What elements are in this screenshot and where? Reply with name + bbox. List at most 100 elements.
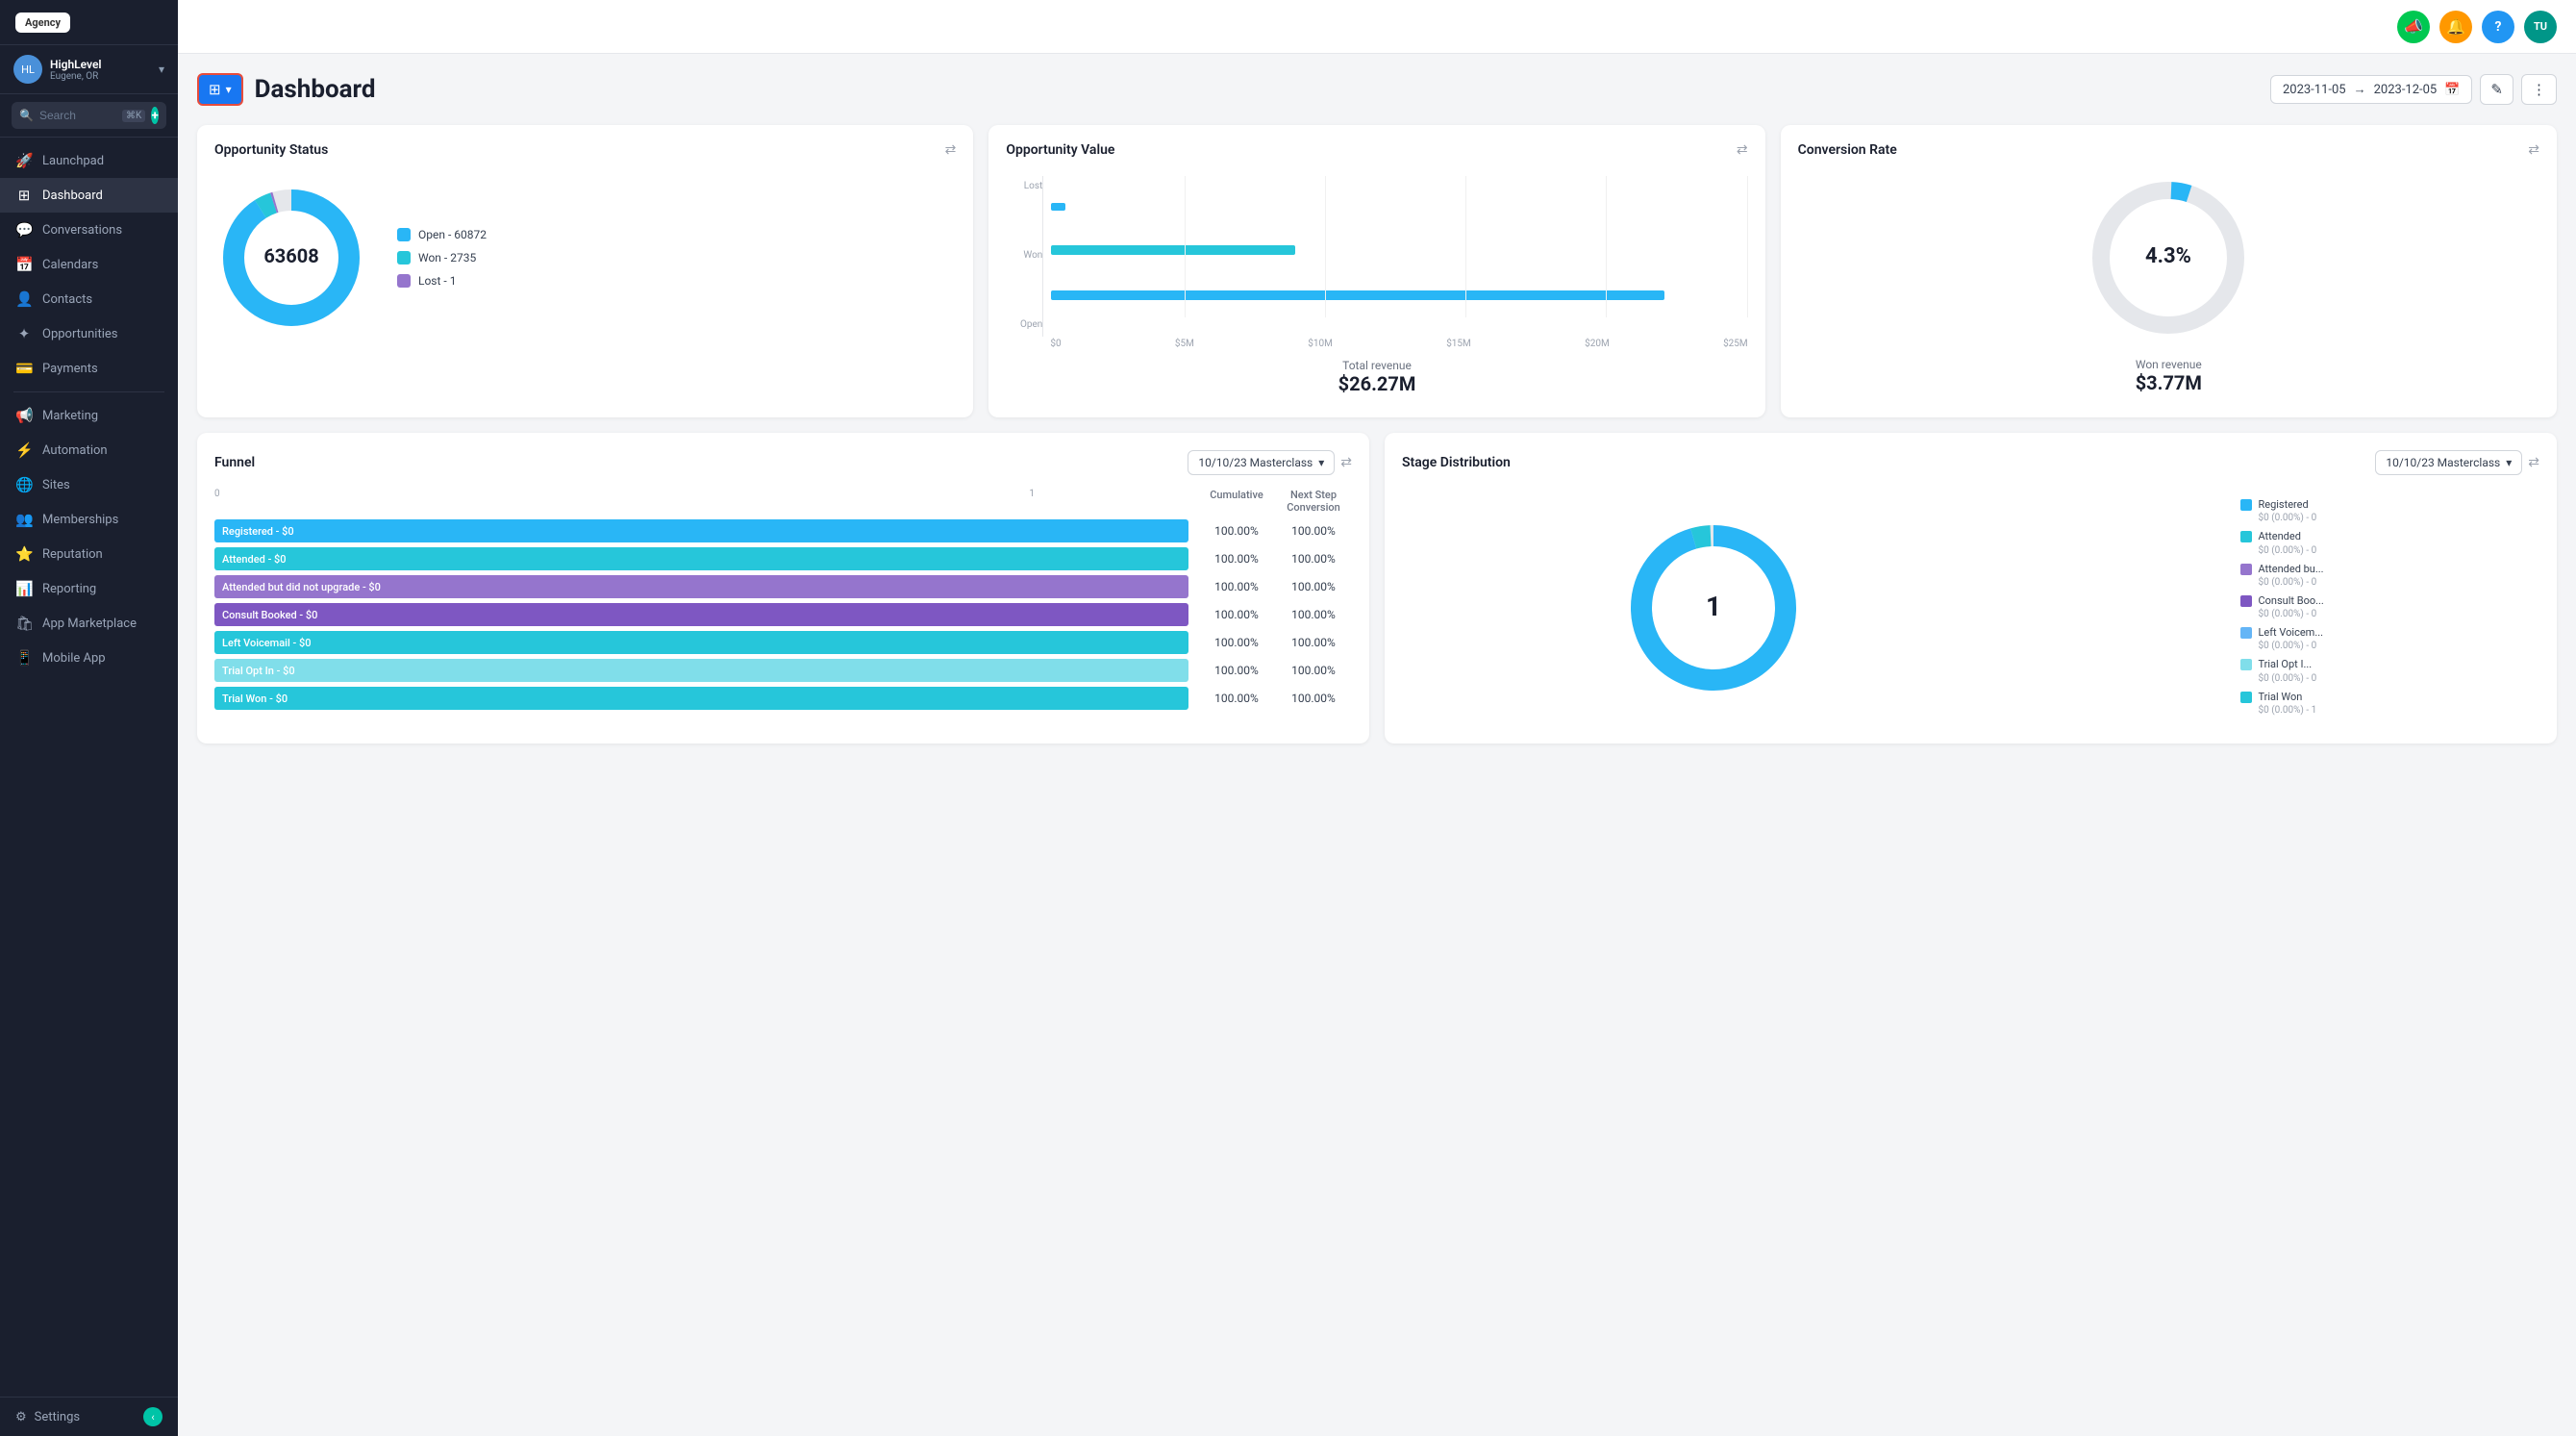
col-cumulative-header: Cumulative	[1198, 489, 1275, 514]
sidebar-item-conversations[interactable]: 💬 Conversations	[0, 213, 178, 247]
sidebar-item-launchpad[interactable]: 🚀 Launchpad	[0, 143, 178, 178]
stage-label: Left Voicem...	[2258, 626, 2323, 640]
card-settings-icon[interactable]: ⇄	[2528, 142, 2539, 158]
sidebar-item-automation[interactable]: ⚡ Automation	[0, 433, 178, 467]
stage-distribution-dropdown[interactable]: 10/10/23 Masterclass ▾	[2375, 450, 2522, 475]
sidebar-item-app-marketplace[interactable]: 🛍 App Marketplace	[0, 606, 178, 641]
funnel-rows: Registered - $0 100.00% 100.00% Attended…	[214, 519, 1352, 710]
search-icon: 🔍	[19, 109, 34, 122]
funnel-nextstep-voicemail: 100.00%	[1275, 636, 1352, 649]
funnel-cumulative-voicemail: 100.00%	[1198, 636, 1275, 649]
donut-legend: Open - 60872 Won - 2735 Lost - 1	[397, 228, 487, 288]
stage-dropdown-label: 10/10/23 Masterclass	[2386, 456, 2500, 469]
stage-label: Attended	[2258, 530, 2316, 543]
y-label-lost: Lost	[1006, 181, 1042, 191]
account-avatar: HL	[13, 55, 42, 84]
date-start: 2023-11-05	[2283, 83, 2346, 97]
funnel-dropdown[interactable]: 10/10/23 Masterclass ▾	[1188, 450, 1335, 475]
stage-label: Attended bu...	[2258, 563, 2323, 576]
sidebar-item-contacts[interactable]: 👤 Contacts	[0, 282, 178, 316]
stage-dot-trial-won	[2240, 692, 2252, 703]
date-range-picker[interactable]: 2023-11-05 → 2023-12-05 📅	[2270, 75, 2472, 104]
chevron-down-icon: ▾	[2506, 456, 2512, 469]
more-options-button[interactable]: ⋮	[2521, 74, 2557, 105]
stage-settings-icon[interactable]: ⇄	[2528, 455, 2539, 470]
account-switcher[interactable]: HL HighLevel Eugene, OR ▾	[0, 45, 178, 94]
bar-won	[1051, 245, 1295, 255]
page-title: Dashboard	[255, 75, 2259, 104]
funnel-x-axis-row: 0 1 Cumulative Next Step Conversion	[214, 489, 1352, 514]
stage-legend-registered: Registered $0 (0.00%) - 0	[2240, 498, 2323, 524]
sidebar-item-settings[interactable]: ⚙ Settings	[15, 1410, 80, 1424]
payments-icon: 💳	[15, 360, 33, 377]
stage-donut-chart: 1	[1617, 512, 1810, 704]
page-content: ⊞ ▾ Dashboard 2023-11-05 → 2023-12-05 📅 …	[178, 54, 2576, 1436]
donut-center-value: 63608	[263, 244, 318, 267]
sidebar-item-reputation[interactable]: ⭐ Reputation	[0, 537, 178, 571]
stage-label: Trial Opt I...	[2258, 658, 2316, 671]
keyboard-shortcut: ⌘K	[122, 110, 145, 122]
sidebar-item-calendars[interactable]: 📅 Calendars	[0, 247, 178, 282]
funnel-bar-area: Left Voicemail - $0	[214, 631, 1198, 654]
stage-legend-attended: Attended $0 (0.00%) - 0	[2240, 530, 2323, 556]
notifications-button[interactable]: 🔔	[2439, 11, 2472, 43]
user-avatar-button[interactable]: TU	[2524, 11, 2557, 43]
opportunity-status-card: Opportunity Status ⇄ 63608	[197, 125, 973, 417]
card-settings-icon[interactable]: ⇄	[945, 142, 957, 158]
help-button[interactable]: ?	[2482, 11, 2514, 43]
calendars-icon: 📅	[15, 256, 33, 273]
conversion-center-value: 4.3%	[2145, 244, 2191, 268]
x-label-10m: $10M	[1308, 339, 1333, 349]
stage-legend-text-attended: Attended $0 (0.00%) - 0	[2258, 530, 2316, 556]
funnel-nextstep-trial-won: 100.00%	[1275, 692, 1352, 705]
funnel-bar-area: Attended - $0	[214, 547, 1198, 570]
stage-legend-attended-no-upgrade: Attended bu... $0 (0.00%) - 0	[2240, 563, 2323, 589]
app-marketplace-icon: 🛍	[15, 615, 33, 632]
card-settings-icon[interactable]: ⇄	[1737, 142, 1748, 158]
won-revenue-label: Won revenue	[2136, 358, 2202, 371]
stage-legend: Registered $0 (0.00%) - 0 Attended $0 (0…	[2240, 498, 2323, 717]
lost-label: Lost - 1	[418, 274, 456, 288]
arrow-icon: →	[2354, 82, 2366, 97]
bottom-row: Funnel 10/10/23 Masterclass ▾ ⇄ 0 1	[197, 433, 2557, 743]
date-end: 2023-12-05	[2374, 83, 2438, 97]
reputation-icon: ⭐	[15, 545, 33, 563]
search-plus-button[interactable]: +	[151, 107, 159, 124]
sidebar-item-mobile-app[interactable]: 📱 Mobile App	[0, 641, 178, 675]
sidebar-item-dashboard[interactable]: ⊞ Dashboard	[0, 178, 178, 213]
sidebar-item-opportunities[interactable]: ✦ Opportunities	[0, 316, 178, 351]
stage-dot-attended-no-upgrade	[2240, 564, 2252, 575]
funnel-settings-icon[interactable]: ⇄	[1340, 455, 1352, 470]
funnel-nextstep-no-upgrade: 100.00%	[1275, 580, 1352, 593]
funnel-cumulative-no-upgrade: 100.00%	[1198, 580, 1275, 593]
funnel-header: Funnel 10/10/23 Masterclass ▾ ⇄	[214, 450, 1352, 475]
sidebar-item-label: Calendars	[42, 258, 98, 272]
x-label-0: $0	[1050, 339, 1061, 349]
stage-legend-trial-won: Trial Won $0 (0.00%) - 1	[2240, 691, 2323, 717]
contacts-icon: 👤	[15, 290, 33, 308]
funnel-nextstep-attended: 100.00%	[1275, 552, 1352, 566]
dashboard-toggle-button[interactable]: ⊞ ▾	[197, 73, 243, 106]
sidebar-collapse-button[interactable]: ‹	[143, 1407, 163, 1426]
sidebar-item-reporting[interactable]: 📊 Reporting	[0, 571, 178, 606]
sidebar-item-sites[interactable]: 🌐 Sites	[0, 467, 178, 502]
funnel-row-attended-no-upgrade: Attended but did not upgrade - $0 100.00…	[214, 575, 1352, 598]
sidebar-logo: Agency	[0, 0, 178, 45]
funnel-cumulative-trial-opt-in: 100.00%	[1198, 664, 1275, 677]
funnel-bar-attended: Attended - $0	[214, 547, 1188, 570]
funnel-row-registered: Registered - $0 100.00% 100.00%	[214, 519, 1352, 542]
donut-container: 63608 Open - 60872 Won - 2735	[214, 171, 956, 344]
sidebar-item-memberships[interactable]: 👥 Memberships	[0, 502, 178, 537]
stage-sub: $0 (0.00%) - 0	[2258, 576, 2323, 589]
sidebar-item-label: Contacts	[42, 292, 92, 307]
sidebar-search-area: 🔍 ⌘K +	[0, 94, 178, 138]
edit-button[interactable]: ✎	[2480, 74, 2513, 105]
sidebar-item-payments[interactable]: 💳 Payments	[0, 351, 178, 386]
stage-legend-consult-booked: Consult Boo... $0 (0.00%) - 0	[2240, 594, 2323, 620]
chevron-down-icon: ▾	[1318, 456, 1324, 469]
automation-icon: ⚡	[15, 441, 33, 459]
sidebar-item-marketing[interactable]: 📢 Marketing	[0, 398, 178, 433]
megaphone-button[interactable]: 📣	[2397, 11, 2430, 43]
funnel-nextstep-trial-opt-in: 100.00%	[1275, 664, 1352, 677]
search-input[interactable]	[39, 109, 116, 122]
